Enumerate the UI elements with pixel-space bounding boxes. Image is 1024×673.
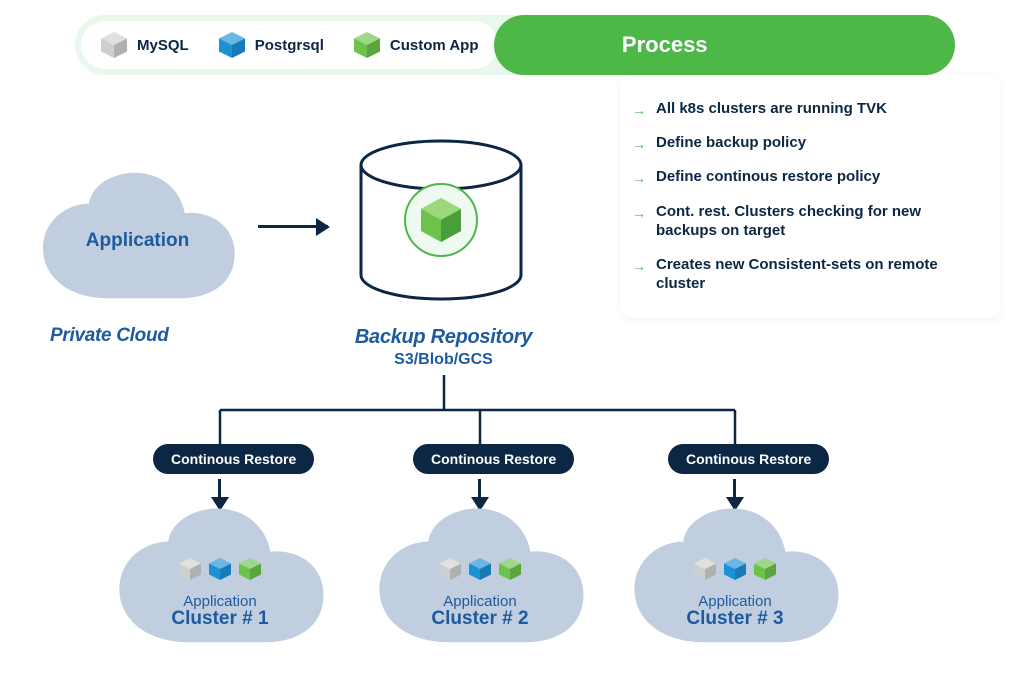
process-step-text: Creates new Consistent-sets on remote cl… (656, 255, 980, 294)
legend-inner: MySQL Postgrsql Custom App (81, 21, 498, 69)
cube-icon (239, 558, 261, 580)
cluster-cloud-3: Application Cluster # 3 (620, 495, 850, 660)
cluster-cloud-1: Application Cluster # 1 (105, 495, 335, 660)
process-step-text: Define continous restore policy (656, 167, 880, 187)
process-title: Process (622, 32, 708, 58)
repo-label: Backup Repository S3/Blob/GCS (336, 326, 551, 369)
cluster-icons (620, 558, 850, 580)
cube-icon (694, 558, 716, 580)
cylinder-icon (354, 135, 529, 310)
legend-label: Custom App (390, 37, 479, 54)
arrow-right-icon: → (632, 101, 646, 119)
cluster-name: Cluster # 3 (620, 608, 850, 630)
process-step-text: Cont. rest. Clusters checking for new ba… (656, 202, 980, 241)
cube-icon (499, 558, 521, 580)
repo-title: Backup Repository (336, 326, 551, 349)
cube-icon (439, 558, 461, 580)
cluster-name: Cluster # 1 (105, 608, 335, 630)
process-list: → All k8s clusters are running TVK → Defin… (632, 99, 980, 294)
process-step: → Cont. rest. Clusters checking for new b… (632, 202, 980, 241)
legend-label: MySQL (137, 37, 189, 54)
cube-icon (219, 32, 245, 58)
cube-icon (354, 32, 380, 58)
process-step: → Define continous restore policy (632, 167, 980, 187)
backup-repository (354, 135, 529, 310)
legend-item-customapp: Custom App (354, 32, 479, 58)
cluster-label: Application Cluster # 1 (105, 593, 335, 630)
legend-label: Postgrsql (255, 37, 324, 54)
cluster-label: Application Cluster # 2 (365, 593, 595, 630)
arrow-right-icon: → (632, 135, 646, 153)
application-cloud: Application (25, 170, 250, 300)
arrow-right-icon: → (632, 169, 646, 187)
continuous-restore-pill: Continous Restore (668, 444, 829, 474)
continuous-restore-pill: Continous Restore (413, 444, 574, 474)
cluster-icons (365, 558, 595, 580)
cluster-icons (105, 558, 335, 580)
process-step: → All k8s clusters are running TVK (632, 99, 980, 119)
process-step: → Creates new Consistent-sets on remote c… (632, 255, 980, 294)
cube-icon (209, 558, 231, 580)
cluster-name: Cluster # 2 (365, 608, 595, 630)
process-step-text: Define backup policy (656, 133, 806, 153)
legend-bar: MySQL Postgrsql Custom App Process (75, 15, 955, 75)
process-panel: → All k8s clusters are running TVK → Defin… (620, 75, 1000, 318)
legend-item-mysql: MySQL (101, 32, 189, 58)
cube-icon (754, 558, 776, 580)
arrow-right-icon: → (632, 204, 646, 222)
repo-subtitle: S3/Blob/GCS (336, 351, 551, 369)
continuous-restore-pill: Continous Restore (153, 444, 314, 474)
cube-icon (724, 558, 746, 580)
arrow-right-icon: → (632, 257, 646, 275)
process-step: → Define backup policy (632, 133, 980, 153)
application-label: Application (25, 230, 250, 252)
process-title-pill: Process (494, 15, 955, 75)
process-step-text: All k8s clusters are running TVK (656, 99, 887, 119)
private-cloud-label: Private Cloud (50, 325, 169, 347)
legend-item-postgresql: Postgrsql (219, 32, 324, 58)
arrow-right-icon (258, 225, 328, 228)
cube-icon (469, 558, 491, 580)
cube-icon (179, 558, 201, 580)
cube-icon (101, 32, 127, 58)
cluster-label: Application Cluster # 3 (620, 593, 850, 630)
cluster-cloud-2: Application Cluster # 2 (365, 495, 595, 660)
